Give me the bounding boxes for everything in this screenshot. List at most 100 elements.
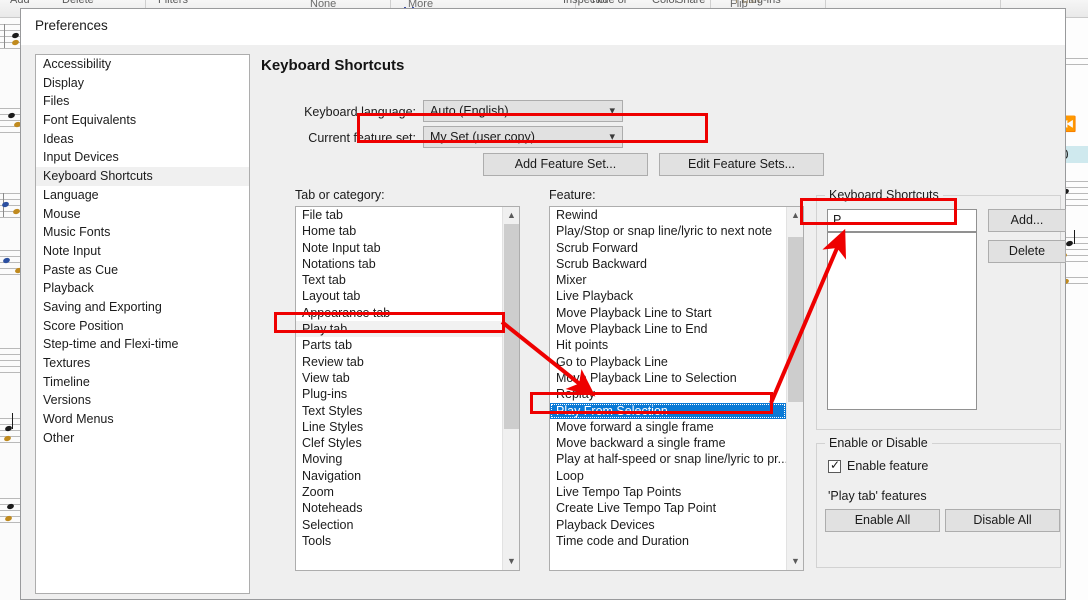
sidebar-item-accessibility[interactable]: Accessibility (36, 55, 249, 74)
ribbon-item-filters[interactable]: Filters (158, 0, 188, 6)
sidebar-item-font-equivalents[interactable]: Font Equivalents (36, 111, 249, 130)
list-item[interactable]: Move forward a single frame (550, 419, 786, 435)
delete-shortcut-button[interactable]: Delete (988, 240, 1066, 263)
sidebar-item-timeline[interactable]: Timeline (36, 373, 249, 392)
list-item[interactable]: Mixer (550, 272, 786, 288)
shortcut-input[interactable]: P (827, 209, 977, 232)
tab-or-category-scrollbar[interactable]: ▲ ▼ (502, 207, 519, 570)
sidebar-item-step-time-and-flexi-time[interactable]: Step-time and Flexi-time (36, 335, 249, 354)
keyboard-language-select[interactable]: Auto (English) ▾ (423, 100, 623, 122)
scroll-up-icon[interactable]: ▲ (503, 207, 519, 224)
disable-all-button[interactable]: Disable All (945, 509, 1060, 532)
list-item[interactable]: Move Playback Line to Selection (550, 370, 786, 386)
list-item[interactable]: Parts tab (296, 337, 502, 353)
sidebar-item-textures[interactable]: Textures (36, 354, 249, 373)
list-item[interactable]: Scrub Forward (550, 240, 786, 256)
enable-all-button[interactable]: Enable All (825, 509, 940, 532)
sidebar-item-versions[interactable]: Versions (36, 391, 249, 410)
dialog-body: Accessibility Display Files Font Equival… (21, 45, 1066, 599)
list-item[interactable]: Rewind (550, 207, 786, 223)
list-item[interactable]: Playback Devices (550, 517, 786, 533)
list-item[interactable]: Live Playback (550, 288, 786, 304)
list-item[interactable]: Line Styles (296, 419, 502, 435)
list-item[interactable]: Play/Stop or snap line/lyric to next not… (550, 223, 786, 239)
sidebar-item-display[interactable]: Display (36, 74, 249, 93)
sidebar-item-other[interactable]: Other (36, 429, 249, 448)
list-item[interactable]: Create Live Tempo Tap Point (550, 500, 786, 516)
sidebar-item-ideas[interactable]: Ideas (36, 130, 249, 149)
edit-feature-sets-button[interactable]: Edit Feature Sets... (659, 153, 824, 176)
current-feature-set-select[interactable]: My Set (user copy) ▾ (423, 126, 623, 148)
background-score-left-edge (0, 18, 22, 600)
list-item[interactable]: View tab (296, 370, 502, 386)
list-item[interactable]: Review tab (296, 354, 502, 370)
list-item[interactable]: Text tab (296, 272, 502, 288)
add-shortcut-button[interactable]: Add... (988, 209, 1066, 232)
sidebar-item-files[interactable]: Files (36, 92, 249, 111)
sidebar-item-paste-as-cue[interactable]: Paste as Cue (36, 261, 249, 280)
sidebar-item-playback[interactable]: Playback (36, 279, 249, 298)
list-item[interactable]: Noteheads (296, 500, 502, 516)
feature-list-scrollbar[interactable]: ▲ ▼ (786, 207, 803, 570)
scroll-down-icon[interactable]: ▼ (787, 553, 803, 570)
preferences-content-pane: Keyboard Shortcuts Keyboard language: Au… (261, 45, 1066, 599)
list-item[interactable]: Hit points (550, 337, 786, 353)
ribbon-item-color[interactable]: Color (652, 0, 678, 6)
sidebar-item-saving-and-exporting[interactable]: Saving and Exporting (36, 298, 249, 317)
list-item[interactable]: File tab (296, 207, 502, 223)
ribbon-item-inspector-2[interactable]: Inspector (563, 0, 608, 6)
add-feature-set-button[interactable]: Add Feature Set... (483, 153, 648, 176)
preferences-category-list[interactable]: Accessibility Display Files Font Equival… (35, 54, 250, 594)
sidebar-item-input-devices[interactable]: Input Devices (36, 148, 249, 167)
list-item[interactable]: Replay (550, 386, 786, 402)
scrollbar-thumb[interactable] (504, 224, 519, 429)
sidebar-item-language[interactable]: Language (36, 186, 249, 205)
scroll-down-icon[interactable]: ▼ (503, 553, 519, 570)
feature-list[interactable]: Rewind Play/Stop or snap line/lyric to n… (549, 206, 804, 571)
list-item-play-tab[interactable]: Play tab (296, 321, 502, 338)
list-item[interactable]: Time code and Duration (550, 533, 786, 549)
sidebar-item-score-position[interactable]: Score Position (36, 317, 249, 336)
scroll-up-icon[interactable]: ▲ (787, 207, 803, 224)
ribbon-item-add[interactable]: Add (10, 0, 30, 6)
ribbon-item-delete[interactable]: Delete (62, 0, 94, 6)
list-item[interactable]: Note Input tab (296, 240, 502, 256)
enable-feature-checkbox-row[interactable]: ✓ Enable feature (828, 458, 1028, 475)
list-item[interactable]: Live Tempo Tap Points (550, 484, 786, 500)
page-title: Keyboard Shortcuts (261, 57, 405, 74)
shortcut-list[interactable] (827, 232, 977, 410)
sidebar-item-mouse[interactable]: Mouse (36, 205, 249, 224)
checkbox-box[interactable]: ✓ (828, 458, 841, 473)
sidebar-item-word-menus[interactable]: Word Menus (36, 410, 249, 429)
keyboard-language-label: Keyboard language: (304, 105, 416, 119)
list-item[interactable]: Moving (296, 451, 502, 467)
list-item-play-from-selection[interactable]: Play From Selection (550, 402, 786, 419)
list-item[interactable]: Home tab (296, 223, 502, 239)
sidebar-item-keyboard-shortcuts[interactable]: Keyboard Shortcuts (36, 167, 249, 186)
list-item[interactable]: Move Playback Line to End (550, 321, 786, 337)
list-item[interactable]: Zoom (296, 484, 502, 500)
scrollbar-thumb[interactable] (788, 237, 803, 402)
screen-root: Add Delete Filters None More Hide or Col… (0, 0, 1088, 600)
chevron-down-icon: ▾ (609, 131, 615, 143)
tab-or-category-list[interactable]: File tab Home tab Note Input tab Notatio… (295, 206, 520, 571)
list-item[interactable]: Loop (550, 468, 786, 484)
list-item[interactable]: Clef Styles (296, 435, 502, 451)
list-item[interactable]: Notations tab (296, 256, 502, 272)
list-item[interactable]: Play at half-speed or snap line/lyric to… (550, 451, 786, 467)
list-item[interactable]: Go to Playback Line (550, 354, 786, 370)
list-item[interactable]: Selection (296, 517, 502, 533)
list-item[interactable]: Appearance tab (296, 305, 502, 321)
list-item[interactable]: Move backward a single frame (550, 435, 786, 451)
list-item[interactable]: Text Styles (296, 403, 502, 419)
list-item[interactable]: Tools (296, 533, 502, 549)
list-item[interactable]: Layout tab (296, 288, 502, 304)
list-item[interactable]: Move Playback Line to Start (550, 305, 786, 321)
sidebar-item-note-input[interactable]: Note Input (36, 242, 249, 261)
list-item[interactable]: Scrub Backward (550, 256, 786, 272)
list-item[interactable]: Plug-ins (296, 386, 502, 402)
ribbon-item-share-label[interactable]: Share (676, 0, 705, 6)
sidebar-item-music-fonts[interactable]: Music Fonts (36, 223, 249, 242)
list-item[interactable]: Navigation (296, 468, 502, 484)
ribbon-item-plugins-shown[interactable]: Plug-ins (741, 0, 781, 6)
